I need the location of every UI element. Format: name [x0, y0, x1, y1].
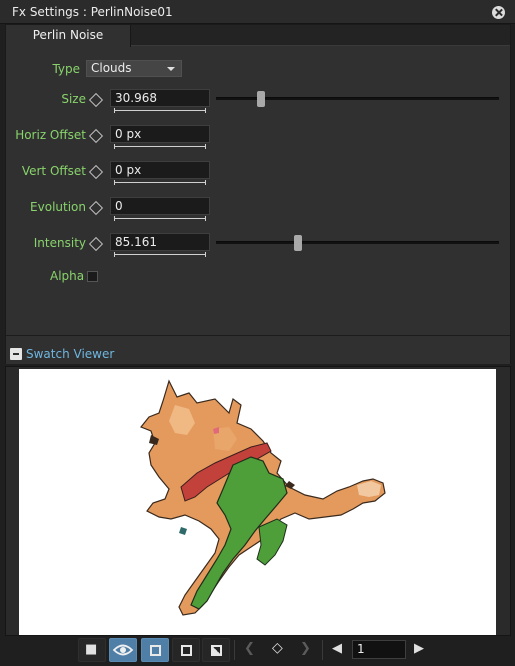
toolbar-separator	[234, 640, 235, 660]
keyframe-diamond-icon[interactable]	[88, 128, 104, 144]
tab-bar: Perlin Noise	[6, 25, 510, 47]
intensity-slider-track[interactable]	[216, 235, 499, 251]
horiz-offset-scrubber[interactable]	[114, 144, 206, 149]
camera-icon: ■	[85, 642, 98, 657]
keyframe-diamond-icon[interactable]	[88, 92, 104, 108]
close-icon[interactable]	[492, 6, 505, 19]
type-dropdown[interactable]: Clouds	[86, 60, 182, 77]
vert-offset-row: Vert Offset 0 px	[6, 161, 510, 185]
black-bg-button[interactable]	[172, 638, 200, 662]
vert-offset-label: Vert Offset	[21, 164, 86, 178]
size-slider-track[interactable]	[216, 91, 499, 107]
type-label: Type	[52, 62, 80, 76]
eye-icon	[112, 644, 134, 656]
horiz-offset-row: Horiz Offset 0 px	[6, 125, 510, 149]
intensity-scrubber[interactable]	[114, 252, 206, 257]
title-bar: Fx Settings : PerlinNoise01	[0, 0, 515, 24]
evolution-scrubber[interactable]	[114, 216, 206, 221]
intensity-field[interactable]: 85.161	[110, 233, 210, 251]
vert-offset-scrubber[interactable]	[114, 180, 206, 185]
size-scrubber[interactable]	[114, 108, 206, 113]
keyframe-diamond-icon[interactable]	[88, 236, 104, 252]
black-bg-icon	[181, 645, 192, 656]
prev-key-icon[interactable]: ❮	[244, 641, 255, 656]
window-title: Fx Settings : PerlinNoise01	[12, 5, 173, 19]
keyframe-diamond-icon[interactable]	[88, 200, 104, 216]
alpha-label: Alpha	[50, 269, 85, 283]
preview-image	[140, 379, 386, 616]
keyframe-diamond-icon[interactable]	[88, 164, 104, 180]
evolution-field[interactable]: 0	[110, 197, 210, 215]
camera-button[interactable]: ■	[78, 638, 106, 662]
evolution-row: Evolution 0	[6, 197, 510, 221]
prev-frame-icon[interactable]: ◀	[332, 641, 342, 656]
swatch-viewer	[5, 366, 511, 636]
alpha-checkbox[interactable]	[87, 271, 98, 282]
checker-icon	[211, 645, 222, 656]
noise-detail-teal	[179, 527, 187, 535]
collapse-icon[interactable]	[10, 348, 22, 360]
intensity-row: Intensity 85.161	[6, 233, 510, 257]
size-field[interactable]: 30.968	[110, 89, 210, 107]
checker-bg-button[interactable]	[202, 638, 230, 662]
chevron-down-icon	[167, 67, 175, 71]
type-value: Clouds	[91, 61, 132, 75]
toolbar-separator	[322, 640, 323, 660]
viewer-toolbar: ■ ❮ ◇ ❯ ◀ 1 ▶	[0, 636, 515, 666]
size-row: Size 30.968	[6, 89, 510, 113]
keyframe-toggle-icon[interactable]: ◇	[272, 640, 283, 656]
size-label: Size	[61, 92, 86, 106]
preview-toggle-button[interactable]	[109, 638, 137, 662]
vert-offset-field[interactable]: 0 px	[110, 161, 210, 179]
noise-shape-green	[256, 518, 288, 566]
swatch-viewer-label[interactable]: Swatch Viewer	[26, 347, 114, 361]
horiz-offset-field[interactable]: 0 px	[110, 125, 210, 143]
intensity-label: Intensity	[33, 236, 86, 250]
frame-number-field[interactable]: 1	[352, 640, 406, 659]
white-bg-icon	[150, 645, 161, 656]
swatch-viewer-header: Swatch Viewer	[6, 335, 510, 364]
evolution-label: Evolution	[30, 200, 86, 214]
fx-settings-panel: Perlin Noise Type Clouds Size 30.968 Hor…	[5, 24, 511, 364]
intensity-slider-handle[interactable]	[294, 235, 303, 251]
next-key-icon[interactable]: ❯	[300, 641, 311, 656]
next-frame-icon[interactable]: ▶	[414, 641, 424, 656]
tab-perlin-noise[interactable]: Perlin Noise	[6, 25, 131, 47]
size-slider-handle[interactable]	[257, 91, 266, 107]
horiz-offset-label: Horiz Offset	[15, 128, 86, 142]
viewer-canvas[interactable]	[19, 369, 496, 635]
checkerboard-bg-button[interactable]	[141, 638, 169, 662]
